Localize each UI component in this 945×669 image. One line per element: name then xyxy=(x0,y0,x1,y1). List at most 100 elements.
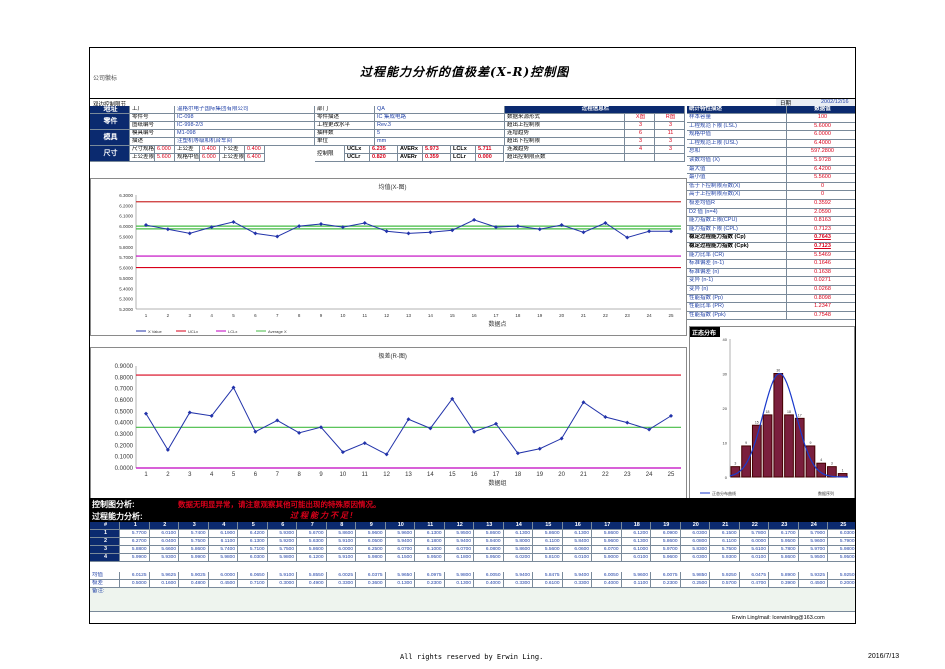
table-cell: 5.5600 xyxy=(533,546,563,554)
table-cell: 5.8600 xyxy=(769,554,799,562)
x-tick-label: 16 xyxy=(471,472,478,478)
table-cell: 5.7700 xyxy=(120,530,150,538)
bar-label: 1 xyxy=(842,469,844,473)
table-header: 2 xyxy=(149,522,179,530)
x-tick-label: 2 xyxy=(167,313,170,318)
x-axis-label: 数据序列 xyxy=(818,490,834,496)
r-chart: 极差(R-图) 0.9000 0.8000 0.7000 0.6000 0.5000 0.4… xyxy=(115,352,681,505)
table-cell: 6.0300 xyxy=(238,554,268,562)
bar-label: 18 xyxy=(766,410,770,414)
stats-key: 标准偏差 (n) xyxy=(687,268,787,278)
info-key: 单位 xyxy=(315,138,375,146)
table-cell: 5.7400 xyxy=(179,530,209,538)
table-cell: 6.0800 xyxy=(680,538,710,546)
summary-cell: 5.9400 xyxy=(503,572,533,580)
table-cell: 6.1100 xyxy=(208,538,238,546)
data-point xyxy=(537,446,542,451)
table-header: 13 xyxy=(474,522,504,530)
info-key: 抽样数 xyxy=(315,130,375,138)
process-title: 过程信息栏 xyxy=(505,106,685,114)
table-cell: 5.9600 xyxy=(798,538,828,546)
table-cell: 5.9400 xyxy=(444,538,474,546)
summary-cell: 0.3600 xyxy=(356,580,386,588)
data-point xyxy=(319,222,323,227)
table-cell: 5.9900 xyxy=(179,554,209,562)
table-cell: 6.0100 xyxy=(739,554,769,562)
y-tick-label: 0.4000 xyxy=(115,421,134,427)
stats-key: 读数均值 (X) xyxy=(687,157,787,166)
stats-value: 0.7643 xyxy=(787,234,855,243)
stats-value: 5.6000 xyxy=(787,123,855,132)
table-cell: 6.1200 xyxy=(297,554,327,562)
x-tick-label: 13 xyxy=(405,472,412,478)
table-header: 8 xyxy=(326,522,356,530)
x-tick-label: 11 xyxy=(362,313,367,318)
y-tick-label: 5.5000 xyxy=(119,276,133,281)
table-cell: 6.0300 xyxy=(828,530,855,538)
summary-cell: 5.9650 xyxy=(385,572,415,580)
x-chart: 均值(X-图) 6.3000 6.2000 6.1000 6.0000 5.9000 5.8… xyxy=(119,183,681,334)
x-tick-label: 17 xyxy=(493,472,500,478)
table-cell: 6.1000 xyxy=(621,546,651,554)
stats-key: 高于上控制限点数(X) xyxy=(687,191,787,200)
summary-cell: 0.4800 xyxy=(179,580,209,588)
legend-label: LCLx xyxy=(228,329,237,334)
process-x: 3 xyxy=(625,138,655,146)
table-cell: 5.9200 xyxy=(267,538,297,546)
summary-cell: 0.2300 xyxy=(651,580,681,588)
table-header: 25 xyxy=(828,522,855,530)
table-cell: 6.1200 xyxy=(621,530,651,538)
info-value: 5 xyxy=(375,130,505,138)
limit-value: 0.359 xyxy=(423,154,451,162)
x-tick-label: 11 xyxy=(362,472,369,478)
process-r: 3 xyxy=(655,138,685,146)
size-key: 上公差限 xyxy=(130,154,155,162)
table-cell: 5.9900 xyxy=(120,554,150,562)
x-tick-label: 15 xyxy=(450,313,456,318)
table-cell: 6.1100 xyxy=(710,538,740,546)
stats-value: 0 xyxy=(787,191,855,200)
summary-cell: 5.9600 xyxy=(621,572,651,580)
x-tick-label: 19 xyxy=(537,313,543,318)
table-cell: 6.1300 xyxy=(238,538,268,546)
summary-cell: 5.9325 xyxy=(798,572,828,580)
x-tick-label: 25 xyxy=(668,313,674,318)
bar-label: 18 xyxy=(787,410,791,414)
bar-label: 4 xyxy=(820,458,822,462)
stats-value: 6.4200 xyxy=(787,166,855,175)
bar-label: 9 xyxy=(809,441,811,445)
summary-cell: 6.0075 xyxy=(651,572,681,580)
x-tick-label: 24 xyxy=(647,313,653,318)
summary-cell: 0.2300 xyxy=(415,580,445,588)
x-tick-label: 3 xyxy=(188,313,191,318)
capability-analysis-text: 过程能力不足! xyxy=(290,511,355,520)
y-tick-label: 0.6000 xyxy=(115,398,134,404)
x-axis-label: 数据点 xyxy=(489,320,507,328)
stats-key: 极差均值R xyxy=(687,200,787,209)
table-cell: 6.1100 xyxy=(533,538,563,546)
summary-label: 极差 xyxy=(90,580,120,588)
y-tick-label: 5.4000 xyxy=(119,286,133,291)
table-header: 15 xyxy=(533,522,563,530)
y-tick-label: 10 xyxy=(723,441,728,446)
table-cell: 6.0000 xyxy=(739,538,769,546)
stats-key: 样本容量 xyxy=(687,114,787,123)
x-tick-label: 7 xyxy=(276,472,280,478)
table-header: 23 xyxy=(769,522,799,530)
process-r: 3 xyxy=(655,122,685,130)
y-tick-label: 0 xyxy=(725,475,728,480)
table-header: 22 xyxy=(739,522,769,530)
stats-value: 100 xyxy=(787,114,855,123)
table-cell: 5.9500 xyxy=(415,554,445,562)
y-tick-label: 0.2000 xyxy=(115,443,134,449)
table-cell: 5.9700 xyxy=(798,546,828,554)
bar-label: 30 xyxy=(776,369,780,373)
info-value: M1-098 xyxy=(175,130,315,138)
table-cell: 5.8600 xyxy=(592,530,622,538)
bar-label: 17 xyxy=(798,413,802,417)
hist-bar xyxy=(751,424,762,478)
stats-value: 5.5469 xyxy=(787,252,855,261)
x-tick-label: 5 xyxy=(232,313,235,318)
summary-cell: 5.9100 xyxy=(267,572,297,580)
stats-key: 最小值 xyxy=(687,174,787,183)
